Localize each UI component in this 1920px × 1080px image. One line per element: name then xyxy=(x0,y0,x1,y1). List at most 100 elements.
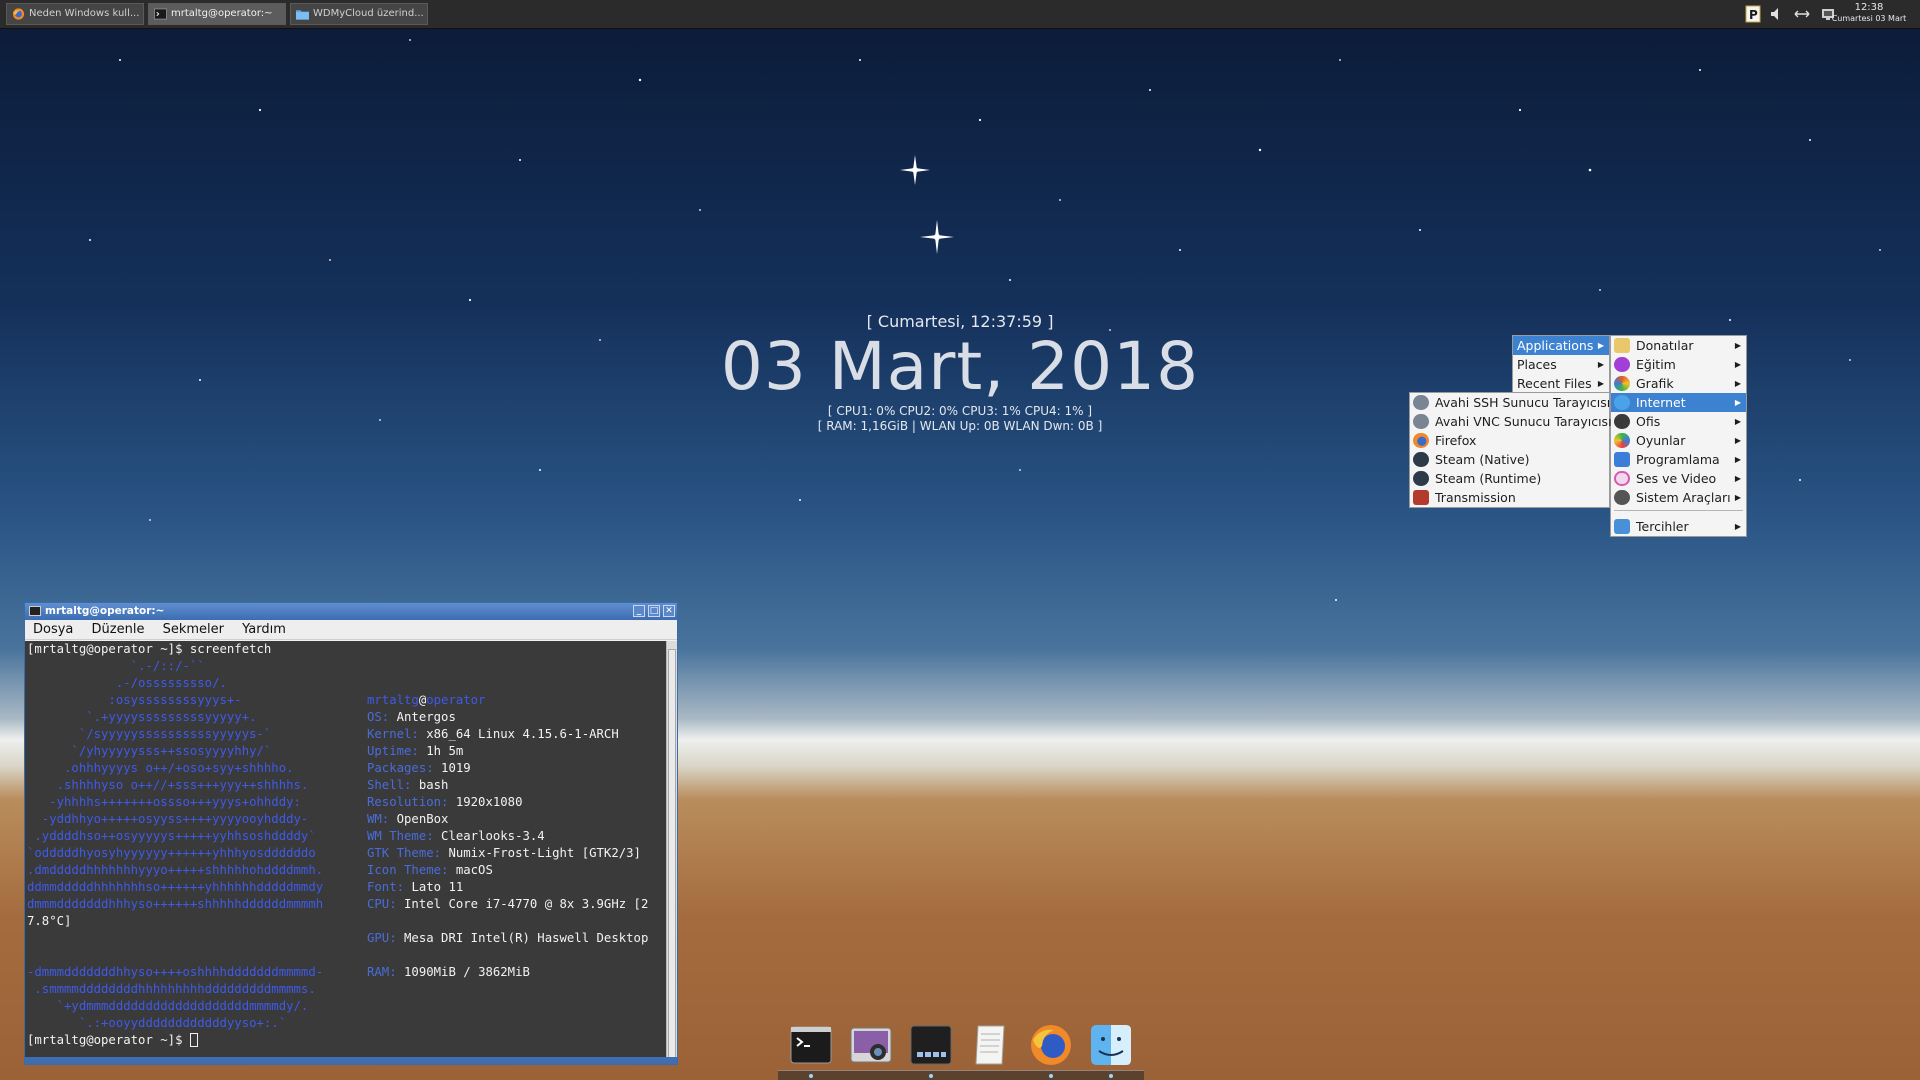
menu-item-tercihler[interactable]: Tercihler ▶ xyxy=(1611,517,1746,536)
menu-label: Avahi VNC Sunucu Tarayıcısı xyxy=(1435,414,1612,429)
menu-item-avahi-ssh[interactable]: Avahi SSH Sunucu Tarayıcısı xyxy=(1410,393,1610,412)
accessories-icon xyxy=(1614,338,1630,353)
package-updater-icon[interactable]: P xyxy=(1745,4,1761,24)
art-line: .-/osssssssso/. xyxy=(27,676,227,690)
menu-item-internet[interactable]: Internet ▶ xyxy=(1611,393,1746,412)
avahi-ssh-icon xyxy=(1413,395,1429,410)
avahi-vnc-icon xyxy=(1413,414,1429,429)
system-tools-icon xyxy=(1614,490,1630,505)
art-line: dmmmdddddddhhhyso++++++shhhhhddddddmmmmh xyxy=(27,897,324,911)
text-cursor xyxy=(189,1033,198,1047)
art-line: -yddhhyo+++++osyyss++++yyyyooyhdddy- xyxy=(27,812,309,826)
submenu-arrow-icon: ▶ xyxy=(1734,360,1741,369)
taskbar: Neden Windows kull... mrtaltg@operator:~… xyxy=(0,0,1920,29)
close-button[interactable]: ✕ xyxy=(663,605,675,617)
menu-item-ofis[interactable]: Ofis ▶ xyxy=(1611,412,1746,431)
art-line: `+ydmmmdddddddddddddddddddmmmmdy/. xyxy=(27,999,309,1013)
menu-item-recent-files[interactable]: Recent Files ▶ xyxy=(1513,374,1609,393)
art-line: .smmmmddddddddhhhhhhhhhdddddddddmmmms. xyxy=(27,982,316,996)
terminal-output[interactable]: [mrtaltg@operator ~]$ screenfetch `.-/::… xyxy=(25,641,667,1059)
task-label: Neden Windows kull... xyxy=(29,8,140,19)
menu-item-egitim[interactable]: Eğitim ▶ xyxy=(1611,355,1746,374)
menu-label: Oyunlar xyxy=(1636,433,1686,448)
menu-label: Sistem Araçları xyxy=(1636,490,1731,505)
system-monitor-icon[interactable] xyxy=(908,1022,954,1068)
command: screenfetch xyxy=(189,642,272,656)
art-line: `.+yyyysssssssssyyyyy+. xyxy=(27,710,257,724)
menu-label: Ofis xyxy=(1636,414,1661,429)
running-indicator xyxy=(929,1074,933,1078)
menu-item-sistem-araclari[interactable]: Sistem Araçları ▶ xyxy=(1611,488,1746,507)
games-icon xyxy=(1614,433,1630,448)
menu-yardim[interactable]: Yardım xyxy=(242,622,286,637)
office-icon xyxy=(1614,414,1630,429)
info-label: RAM: xyxy=(367,965,397,979)
submenu-arrow-icon: ▶ xyxy=(1734,436,1741,445)
info-label: OS: xyxy=(367,710,390,724)
art-line: `.:+ooyyddddddddddddyyso+:.` xyxy=(27,1016,287,1030)
menu-item-donatilar[interactable]: Donatılar ▶ xyxy=(1611,336,1746,355)
task-label: mrtaltg@operator:~ xyxy=(171,8,273,19)
clock[interactable]: 12:38 Cumartesi 03 Mart xyxy=(1824,2,1914,24)
firefox-icon[interactable] xyxy=(1028,1022,1074,1068)
menu-item-oyunlar[interactable]: Oyunlar ▶ xyxy=(1611,431,1746,450)
scrollbar-thumb[interactable] xyxy=(668,649,676,1059)
steam-icon xyxy=(1413,452,1429,467)
menu-item-applications[interactable]: Applications ▶ xyxy=(1513,336,1609,355)
menu-item-transmission[interactable]: Transmission xyxy=(1410,488,1609,507)
terminal-icon[interactable] xyxy=(788,1022,834,1068)
info-value: 1019 xyxy=(441,761,471,775)
submenu-arrow-icon: ▶ xyxy=(1597,360,1604,369)
network-icon[interactable] xyxy=(1793,4,1811,24)
menu-duzenle[interactable]: Düzenle xyxy=(92,622,145,637)
submenu-arrow-icon: ▶ xyxy=(1734,522,1741,531)
art-line: -dmmmdddddddhhyso++++oshhhhdddddddmmmmd- xyxy=(27,965,324,979)
menu-label: Grafik xyxy=(1636,376,1674,391)
submenu-arrow-icon: ▶ xyxy=(1734,474,1741,483)
prompt: [mrtaltg@operator ~]$ xyxy=(27,1033,183,1047)
maximize-button[interactable]: □ xyxy=(648,605,660,617)
host: operator xyxy=(426,693,486,707)
menu-label: Transmission xyxy=(1435,490,1516,505)
running-indicator xyxy=(1049,1074,1053,1078)
screenshot-icon[interactable] xyxy=(848,1022,894,1068)
volume-icon[interactable] xyxy=(1768,4,1784,24)
menu-item-programlama[interactable]: Programlama ▶ xyxy=(1611,450,1746,469)
terminal-titlebar[interactable]: mrtaltg@operator:~ _ □ ✕ xyxy=(25,603,677,620)
info-value: OpenBox xyxy=(396,812,449,826)
taskbar-task-terminal[interactable]: mrtaltg@operator:~ xyxy=(148,3,286,25)
menu-sekmeler[interactable]: Sekmeler xyxy=(163,622,224,637)
clock-date: Cumartesi 03 Mart xyxy=(1831,14,1907,23)
text-editor-icon[interactable] xyxy=(968,1022,1014,1068)
info-value: Lato 11 xyxy=(411,880,464,894)
info-label: CPU: xyxy=(367,897,397,911)
menu-item-steam-runtime[interactable]: Steam (Runtime) xyxy=(1410,469,1609,488)
menu-label: Applications xyxy=(1517,338,1594,353)
menu-item-firefox[interactable]: Firefox xyxy=(1410,431,1609,450)
info-value: Intel Core i7-4770 @ 8x 3.9GHz [2 xyxy=(404,897,649,911)
art-line: .ohhhyyyys o++/+oso+syy+shhhho. xyxy=(27,761,294,775)
steam-icon xyxy=(1413,471,1429,486)
menu-item-ses-ve-video[interactable]: Ses ve Video ▶ xyxy=(1611,469,1746,488)
taskbar-task-folder[interactable]: WDMyCloud üzerind... xyxy=(290,3,428,25)
minimize-button[interactable]: _ xyxy=(633,605,645,617)
art-line: `.-/::/-`` xyxy=(27,659,205,673)
menu-item-places[interactable]: Places ▶ xyxy=(1513,355,1609,374)
terminal-scrollbar[interactable] xyxy=(666,641,677,1059)
submenu-arrow-icon: ▶ xyxy=(1734,379,1741,388)
submenu-arrow-icon: ▶ xyxy=(1734,455,1741,464)
finder-icon[interactable] xyxy=(1088,1022,1134,1068)
info-value: x86_64 Linux 4.15.6-1-ARCH xyxy=(426,727,619,741)
dock-shelf xyxy=(778,1070,1144,1080)
menu-item-grafik[interactable]: Grafik ▶ xyxy=(1611,374,1746,393)
art-line: `/yhyyyyysss++ssosyyyyhhy/` xyxy=(27,744,272,758)
submenu-arrow-icon: ▶ xyxy=(1734,493,1741,502)
menu-item-steam-native[interactable]: Steam (Native) xyxy=(1410,450,1609,469)
taskbar-task-firefox[interactable]: Neden Windows kull... xyxy=(6,3,144,25)
menu-item-avahi-vnc[interactable]: Avahi VNC Sunucu Tarayıcısı xyxy=(1410,412,1612,431)
menu-dosya[interactable]: Dosya xyxy=(33,622,73,637)
conky-cpu: [ CPU1: 0% CPU2: 0% CPU3: 1% CPU4: 1% ] xyxy=(827,404,1093,418)
menu-label: Steam (Runtime) xyxy=(1435,471,1542,486)
info-value: Mesa DRI Intel(R) Haswell Desktop xyxy=(404,931,649,945)
clock-time: 12:38 xyxy=(1854,2,1884,13)
